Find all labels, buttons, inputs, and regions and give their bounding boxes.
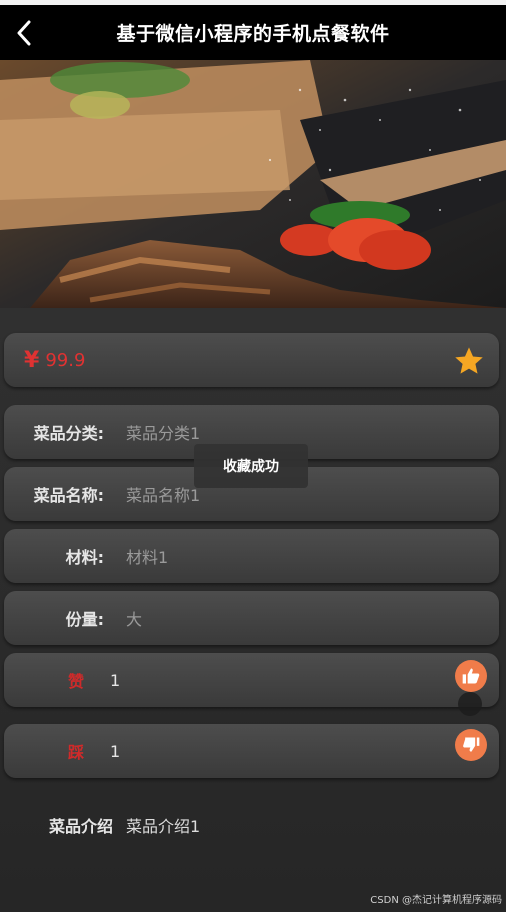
upvote-button[interactable] [455, 660, 487, 692]
upvote-label: 赞 [67, 672, 84, 691]
back-arrow-icon [17, 20, 31, 46]
field-label: 份量: [65, 610, 104, 629]
field-value: 大 [126, 610, 143, 629]
downvote-label: 踩 [67, 743, 84, 762]
thumbs-down-icon [463, 737, 480, 752]
thumbs-up-icon [462, 668, 480, 684]
navbar: 基于微信小程序的手机点餐软件 [0, 5, 506, 60]
field-label: 菜品名称: [33, 486, 104, 505]
toast-message: 收藏成功 [194, 444, 308, 488]
price-card: ¥ 99.9 [4, 333, 499, 387]
currency-symbol: ¥ [24, 347, 40, 373]
field-label: 菜品分类: [33, 424, 104, 443]
field-portion: 份量: 大 [4, 591, 499, 645]
intro-label: 菜品介绍 [48, 817, 113, 836]
price-amount: 99.9 [45, 349, 86, 371]
field-value: 材料1 [126, 548, 169, 567]
intro-value: 菜品介绍1 [126, 817, 201, 836]
intro-row: 菜品介绍 菜品介绍1 [0, 810, 506, 840]
upvote-card: 赞 1 [4, 653, 499, 707]
field-value: 菜品名称1 [126, 486, 201, 505]
upvote-count: 1 [110, 670, 121, 690]
back-button[interactable] [6, 13, 42, 53]
watermark: CSDN @杰记计算机程序源码 [370, 895, 502, 906]
field-value: 菜品分类1 [126, 424, 201, 443]
downvote-card: 踩 1 [4, 724, 499, 778]
downvote-button[interactable] [455, 729, 487, 761]
price: ¥ 99.9 [24, 348, 85, 373]
page-title: 基于微信小程序的手机点餐软件 [116, 23, 390, 45]
field-ingredients: 材料: 材料1 [4, 529, 499, 583]
downvote-count: 1 [110, 741, 121, 761]
loading-indicator [458, 692, 482, 716]
field-label: 材料: [65, 548, 104, 567]
dish-image [0, 60, 506, 308]
star-icon[interactable] [453, 345, 485, 377]
